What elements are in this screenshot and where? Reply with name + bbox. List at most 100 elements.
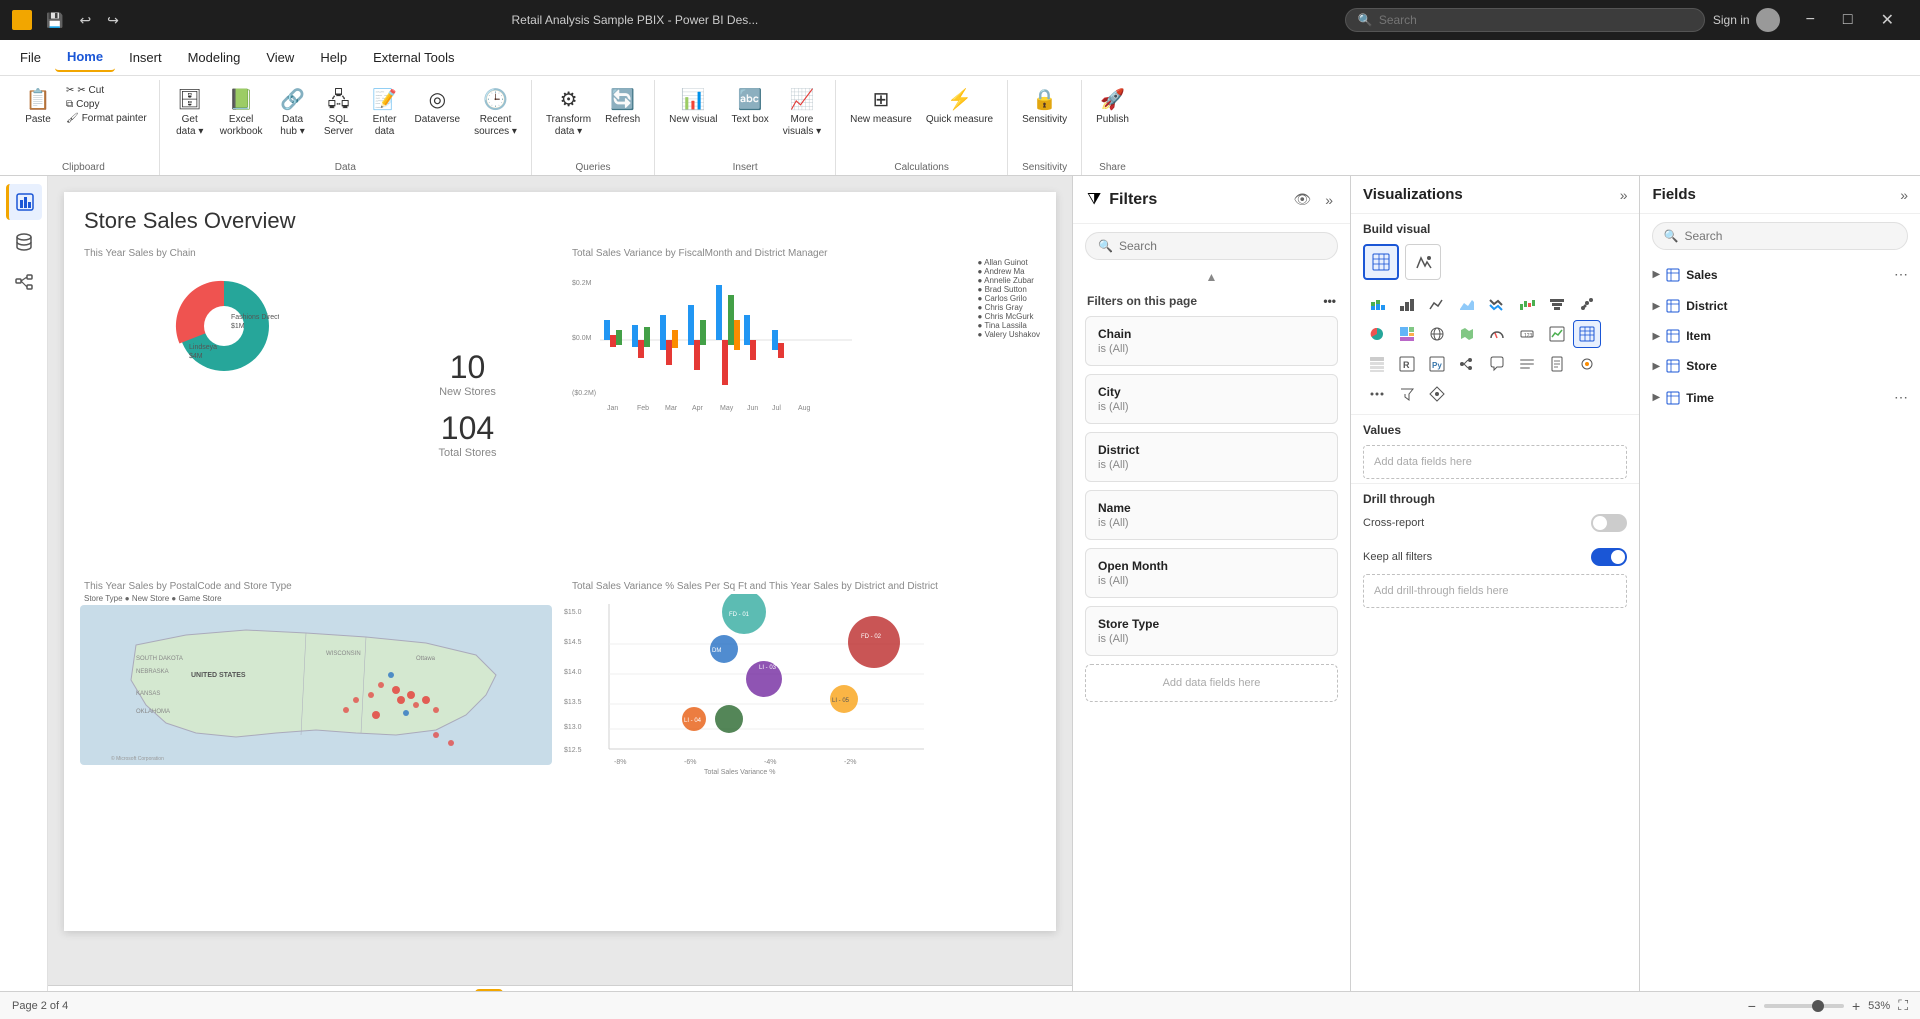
- cross-report-toggle[interactable]: Off: [1591, 514, 1627, 532]
- viz-icon-card[interactable]: 123: [1513, 320, 1541, 348]
- viz-icon-format[interactable]: [1423, 380, 1451, 408]
- viz-icon-map[interactable]: [1423, 320, 1451, 348]
- menu-external-tools[interactable]: External Tools: [361, 44, 466, 71]
- report-canvas[interactable]: Store Sales Overview This Year Sales by …: [64, 192, 1056, 931]
- field-group-sales-header[interactable]: ▶ Sales ⋯: [1640, 260, 1920, 289]
- data-hub-button[interactable]: 🔗 Datahub ▾: [271, 84, 315, 142]
- filters-expand-button[interactable]: »: [1322, 189, 1336, 211]
- filter-card-chain[interactable]: Chain is (All): [1085, 316, 1338, 366]
- viz-icon-table[interactable]: [1573, 320, 1601, 348]
- drill-drop-zone[interactable]: Add drill-through fields here: [1363, 574, 1627, 608]
- format-painter-button[interactable]: 🖌 Format painter: [62, 112, 151, 125]
- viz-values-drop-zone[interactable]: Add data fields here: [1363, 445, 1627, 479]
- new-visual-button[interactable]: 📊 New visual: [663, 84, 723, 130]
- menu-view[interactable]: View: [254, 44, 306, 71]
- viz-icon-waterfall[interactable]: [1513, 290, 1541, 318]
- more-visuals-button[interactable]: 📈 Morevisuals ▾: [777, 84, 827, 142]
- viz-icon-smart-narrative[interactable]: [1513, 350, 1541, 378]
- filter-card-store-type[interactable]: Store Type is (All): [1085, 606, 1338, 656]
- transform-data-button[interactable]: ⚙ Transformdata ▾: [540, 84, 597, 142]
- field-more-icon[interactable]: ⋯: [1894, 266, 1908, 283]
- menu-help[interactable]: Help: [308, 44, 359, 71]
- scatter-card[interactable]: Total Sales Variance % Sales Per Sq Ft a…: [564, 575, 1044, 926]
- dataverse-button[interactable]: ◎ Dataverse: [409, 84, 467, 130]
- viz-icon-bar-chart[interactable]: [1393, 290, 1421, 318]
- zoom-slider[interactable]: [1764, 1004, 1844, 1008]
- copy-button[interactable]: ⧉ Copy: [62, 98, 151, 111]
- field-group-store-header[interactable]: ▶ Store: [1640, 353, 1920, 379]
- viz-format-icon[interactable]: [1405, 244, 1441, 280]
- viz-icon-paginated[interactable]: [1543, 350, 1571, 378]
- viz-icon-filter[interactable]: [1393, 380, 1421, 408]
- minimize-button[interactable]: −: [1792, 0, 1829, 40]
- keep-filters-toggle[interactable]: On: [1591, 548, 1627, 566]
- global-search-input[interactable]: [1379, 13, 1659, 27]
- field-group-district-header[interactable]: ▶ District: [1640, 293, 1920, 319]
- viz-icon-kpi[interactable]: [1543, 320, 1571, 348]
- refresh-button[interactable]: 🔄 Refresh: [599, 84, 646, 130]
- viz-icon-treemap[interactable]: [1393, 320, 1421, 348]
- filter-collapse-btn[interactable]: ▲: [1073, 268, 1350, 286]
- text-box-button[interactable]: 🔤 Text box: [726, 84, 775, 130]
- fields-search-input[interactable]: [1684, 229, 1897, 243]
- maximize-button[interactable]: □: [1829, 0, 1867, 40]
- viz-icon-pie-chart[interactable]: [1363, 320, 1391, 348]
- filter-card-open-month[interactable]: Open Month is (All): [1085, 548, 1338, 598]
- viz-selected-icon[interactable]: [1363, 244, 1399, 280]
- filter-card-city[interactable]: City is (All): [1085, 374, 1338, 424]
- map-card[interactable]: This Year Sales by PostalCode and Store …: [76, 575, 556, 926]
- fit-page-button[interactable]: ⛶: [1898, 997, 1908, 1014]
- viz-icon-r-visual[interactable]: R: [1393, 350, 1421, 378]
- filters-more-icon[interactable]: •••: [1323, 294, 1336, 308]
- viz-icon-area-chart[interactable]: [1453, 290, 1481, 318]
- field-group-time-header[interactable]: ▶ Time ⋯: [1640, 383, 1920, 412]
- sidebar-item-data[interactable]: [6, 224, 42, 260]
- close-button[interactable]: ✕: [1867, 0, 1908, 40]
- sql-server-button[interactable]: 🖧 SQLServer: [317, 84, 361, 142]
- viz-icon-more[interactable]: [1363, 380, 1391, 408]
- viz-icon-python[interactable]: Py: [1423, 350, 1451, 378]
- zoom-plus-icon[interactable]: +: [1852, 998, 1860, 1014]
- fields-search[interactable]: 🔍: [1652, 222, 1908, 250]
- filter-add-fields[interactable]: Add data fields here: [1085, 664, 1338, 702]
- filter-search-input[interactable]: [1119, 239, 1325, 253]
- publish-button[interactable]: 🚀 Publish: [1090, 84, 1135, 130]
- viz-icon-line-chart[interactable]: [1423, 290, 1451, 318]
- filters-search[interactable]: 🔍: [1085, 232, 1338, 260]
- menu-file[interactable]: File: [8, 44, 53, 71]
- viz-icon-filled-map[interactable]: [1453, 320, 1481, 348]
- viz-icon-gauge[interactable]: [1483, 320, 1511, 348]
- signin-button[interactable]: Sign in: [1713, 8, 1780, 32]
- quick-measure-button[interactable]: ⚡ Quick measure: [920, 84, 999, 130]
- filters-eye-button[interactable]: 👁: [1290, 188, 1314, 211]
- sidebar-item-model[interactable]: [6, 264, 42, 300]
- viz-icon-stacked-bar[interactable]: [1363, 290, 1391, 318]
- zoom-minus-icon[interactable]: −: [1748, 998, 1756, 1014]
- viz-expand-button[interactable]: »: [1620, 187, 1628, 203]
- viz-icon-scatter[interactable]: [1573, 290, 1601, 318]
- cut-button[interactable]: ✂ ✂ Cut: [62, 84, 151, 97]
- filter-card-district[interactable]: District is (All): [1085, 432, 1338, 482]
- excel-workbook-button[interactable]: 📗 Excelworkbook: [214, 84, 269, 142]
- menu-home[interactable]: Home: [55, 43, 115, 72]
- viz-icon-matrix[interactable]: [1363, 350, 1391, 378]
- viz-icon-qa-visual[interactable]: [1483, 350, 1511, 378]
- enter-data-button[interactable]: 📝 Enterdata: [363, 84, 407, 142]
- new-measure-button[interactable]: ⊞ New measure: [844, 84, 918, 130]
- pie-chart-card[interactable]: This Year Sales by Chain Fashions Direct…: [76, 242, 371, 567]
- viz-icon-decomp-tree[interactable]: [1453, 350, 1481, 378]
- menu-insert[interactable]: Insert: [117, 44, 174, 71]
- field-time-more-icon[interactable]: ⋯: [1894, 389, 1908, 406]
- fields-expand-button[interactable]: »: [1900, 187, 1908, 203]
- viz-icon-funnel[interactable]: [1543, 290, 1571, 318]
- get-data-button[interactable]: 🗄 Getdata ▾: [168, 84, 212, 142]
- global-search[interactable]: 🔍: [1345, 8, 1705, 32]
- menu-modeling[interactable]: Modeling: [176, 44, 253, 71]
- sensitivity-button[interactable]: 🔒 Sensitivity: [1016, 84, 1073, 130]
- sidebar-item-report[interactable]: [6, 184, 42, 220]
- field-group-item-header[interactable]: ▶ Item: [1640, 323, 1920, 349]
- recent-sources-button[interactable]: 🕒 Recentsources ▾: [468, 84, 523, 142]
- bar-chart-card[interactable]: Total Sales Variance by FiscalMonth and …: [564, 242, 1044, 567]
- viz-icon-ribbon-chart[interactable]: [1483, 290, 1511, 318]
- viz-icon-paint[interactable]: [1573, 350, 1601, 378]
